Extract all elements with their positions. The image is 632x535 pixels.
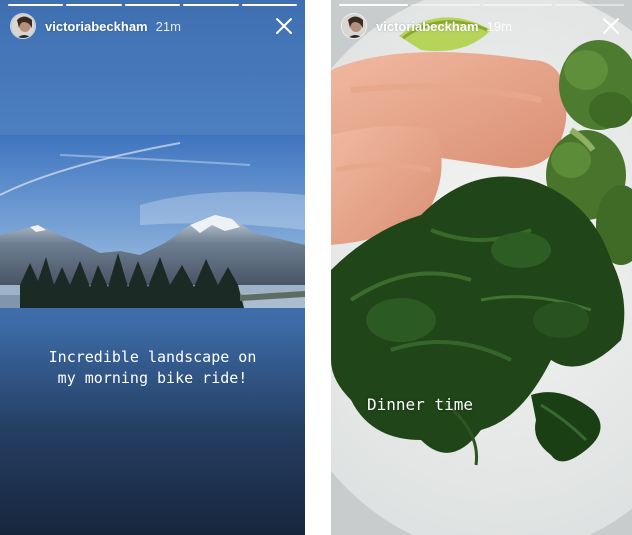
progress-segment [555,4,624,6]
story-header: victoriabeckham 21m [10,13,295,39]
story-timestamp: 19m [486,18,512,34]
close-icon[interactable] [273,15,295,37]
close-icon[interactable] [600,15,622,37]
avatar[interactable] [10,13,36,39]
avatar[interactable] [341,13,367,39]
story-caption: Dinner time [367,395,473,414]
progress-segment [411,4,480,6]
story-caption: Incredible landscape on my morning bike … [10,347,295,389]
progress-segment [66,4,122,6]
username[interactable]: victoriabeckham [376,19,479,34]
story-panel-landscape[interactable]: victoriabeckham 21m Incredible landscape… [0,0,305,535]
caption-line: Incredible landscape on [48,348,257,366]
caption-line: my morning bike ride! [57,369,248,387]
progress-segment [483,4,552,6]
username[interactable]: victoriabeckham [45,19,148,34]
progress-segment [183,4,239,6]
dinner-photo [331,0,632,535]
landscape-photo [0,135,305,308]
progress-segment [124,4,181,6]
story-panel-dinner[interactable]: victoriabeckham 19m Dinner time [331,0,632,535]
progress-segment [8,4,64,6]
story-header: victoriabeckham 19m [341,13,622,39]
progress-segment [241,4,298,6]
progress-segment [339,4,408,6]
story-timestamp: 21m [155,18,181,34]
story-progress-bar [339,4,624,6]
story-progress-bar [8,4,298,6]
